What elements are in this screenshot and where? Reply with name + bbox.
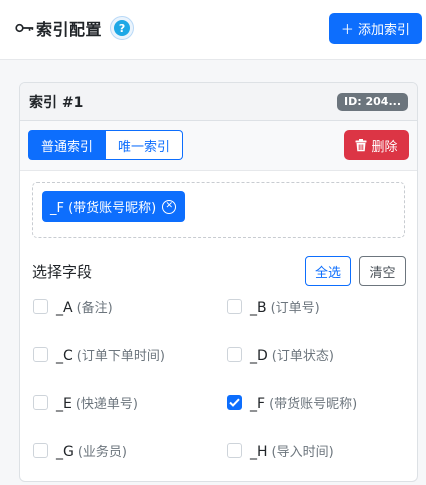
- add-index-button[interactable]: ＋ 添加索引: [329, 13, 422, 44]
- selected-fields-zone[interactable]: _F (带货账号昵称) ✕: [32, 182, 405, 238]
- checkbox[interactable]: [33, 347, 48, 362]
- delete-label: 删除: [371, 139, 398, 155]
- index-card: 索引 #1 ID: 204... 普通索引 唯一索引 删除 _F (带货账号昵称…: [19, 82, 418, 482]
- checkbox[interactable]: [33, 299, 48, 314]
- page-header: 索引配置 ? ＋ 添加索引: [0, 0, 426, 60]
- id-badge: ID: 204...: [337, 92, 408, 111]
- tab-normal-index[interactable]: 普通索引: [28, 130, 107, 160]
- trash-icon: [355, 138, 367, 151]
- card-title: 索引 #1: [29, 94, 84, 111]
- key-icon: [15, 23, 34, 33]
- field-option[interactable]: _D (订单状态): [227, 345, 334, 364]
- delete-button[interactable]: 删除: [344, 130, 409, 160]
- checkbox-checked[interactable]: [227, 395, 242, 410]
- field-option[interactable]: _F (带货账号昵称): [227, 393, 357, 412]
- checkbox[interactable]: [227, 443, 242, 458]
- checkbox[interactable]: [227, 347, 242, 362]
- index-type-toggle: 普通索引 唯一索引: [28, 130, 184, 160]
- field-option[interactable]: _C (订单下单时间): [33, 345, 165, 364]
- field-option[interactable]: _H (导入时间): [227, 441, 334, 460]
- field-option[interactable]: _A (备注): [33, 297, 113, 316]
- page-title: 索引配置: [36, 20, 103, 39]
- field-option[interactable]: _G (业务员): [33, 441, 127, 460]
- index-toolbar: 普通索引 唯一索引 删除: [20, 121, 417, 171]
- help-icon[interactable]: ?: [110, 16, 135, 40]
- selected-field-chip[interactable]: _F (带货账号昵称) ✕: [42, 191, 186, 222]
- check-icon: [229, 398, 240, 407]
- field-option[interactable]: _B (订单号): [227, 297, 320, 316]
- circle-x-icon[interactable]: ✕: [162, 199, 177, 214]
- checkbox[interactable]: [33, 443, 48, 458]
- tab-unique-index[interactable]: 唯一索引: [106, 130, 184, 160]
- card-header: 索引 #1 ID: 204...: [20, 83, 417, 121]
- clear-button[interactable]: 清空: [359, 256, 406, 286]
- section-title: 选择字段: [32, 263, 93, 281]
- chip-label: _F (带货账号昵称): [50, 201, 157, 216]
- select-all-button[interactable]: 全选: [305, 256, 351, 286]
- checkbox[interactable]: [33, 395, 48, 410]
- checkbox[interactable]: [227, 299, 242, 314]
- field-option[interactable]: _E (快递单号): [33, 393, 138, 412]
- title-group: 索引配置 ?: [14, 16, 135, 40]
